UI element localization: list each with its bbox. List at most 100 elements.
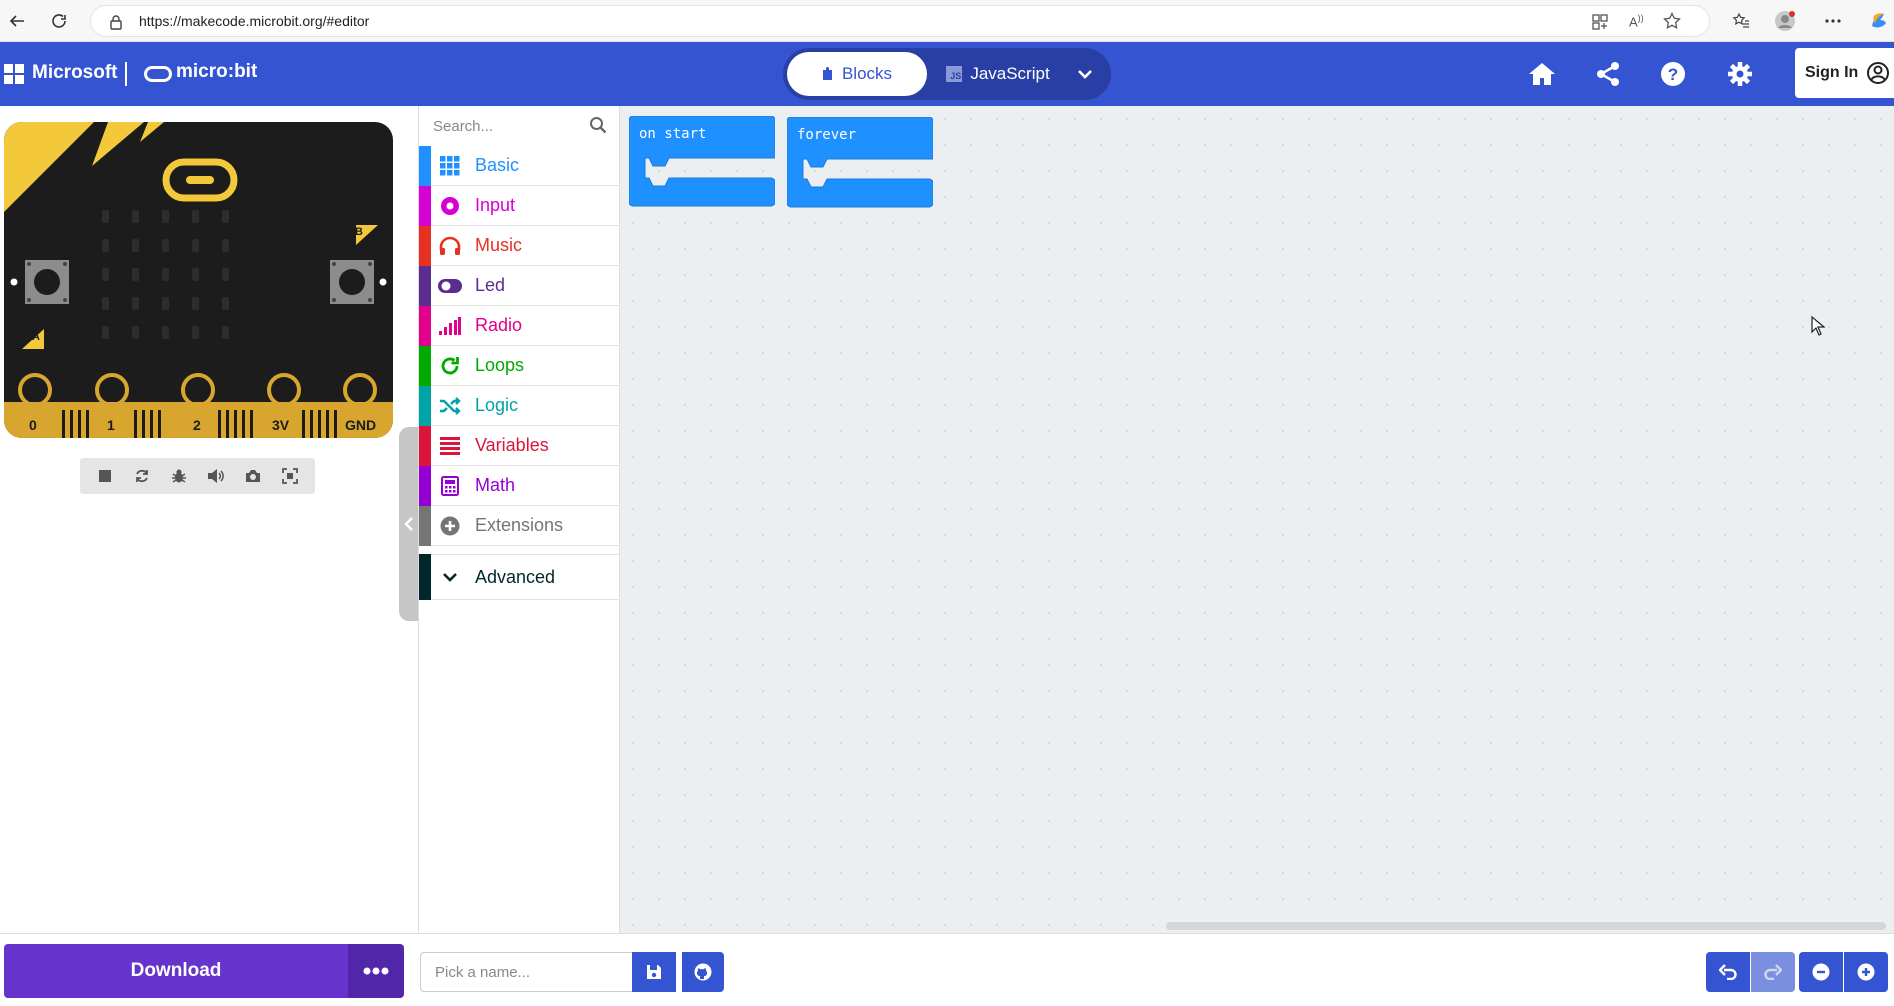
tab-javascript-label: JavaScript xyxy=(970,64,1050,83)
category-variables[interactable]: Variables xyxy=(419,425,621,466)
pin-1-label[interactable]: 1 xyxy=(107,417,115,433)
mouse-cursor-icon xyxy=(1811,315,1826,341)
category-loops[interactable]: Loops xyxy=(419,345,621,386)
microsoft-label[interactable]: Microsoft xyxy=(32,62,118,84)
tab-blocks[interactable]: Blocks xyxy=(787,52,927,96)
restart-button[interactable] xyxy=(128,462,156,490)
address-bar[interactable]: https://makecode.microbit.org/#editor A)… xyxy=(90,5,1710,37)
js-badge-icon: JS xyxy=(946,66,963,82)
zoom-in-button[interactable] xyxy=(1844,952,1888,992)
list-lines-icon xyxy=(435,426,465,466)
redo-button[interactable] xyxy=(1751,952,1795,992)
microbit-board-simulator[interactable]: A B 0 1 2 3V GND xyxy=(4,122,393,438)
favorite-star-icon[interactable] xyxy=(1663,11,1681,35)
undo-button[interactable] xyxy=(1706,952,1750,992)
save-button[interactable] xyxy=(632,952,676,992)
category-stripe xyxy=(419,465,431,506)
category-basic[interactable]: Basic xyxy=(419,145,621,186)
help-button[interactable]: ? xyxy=(1657,58,1689,90)
mode-dropdown-button[interactable] xyxy=(1063,52,1107,96)
stop-button[interactable] xyxy=(91,462,119,490)
profile-avatar-icon[interactable] xyxy=(1772,8,1798,34)
fullscreen-icon xyxy=(282,468,299,484)
user-account-icon xyxy=(1867,62,1890,84)
toolbox-search-input[interactable] xyxy=(433,114,583,138)
editor-mode-toggle: Blocks JS JavaScript xyxy=(783,48,1111,100)
share-button[interactable] xyxy=(1592,58,1624,90)
pin-gnd-label[interactable]: GND xyxy=(345,417,376,433)
project-name-input[interactable] xyxy=(420,952,632,992)
block-label: on start xyxy=(639,126,707,142)
github-icon xyxy=(694,963,712,981)
collapse-simulator-button[interactable] xyxy=(399,427,419,621)
pin-3v-label[interactable]: 3V xyxy=(272,417,289,433)
mute-button[interactable] xyxy=(202,462,230,490)
app-header: Microsoft micro:bit Blocks JS JavaScript… xyxy=(0,42,1894,106)
button-a[interactable] xyxy=(21,256,73,308)
led-cell xyxy=(192,326,199,339)
simulator-toolbar xyxy=(80,458,315,494)
stop-icon xyxy=(98,470,111,482)
bug-icon xyxy=(171,469,186,483)
download-button[interactable]: Download xyxy=(4,944,348,998)
debug-button[interactable] xyxy=(165,462,193,490)
settings-button[interactable] xyxy=(1724,58,1756,90)
toggle-icon xyxy=(435,266,465,306)
search-icon[interactable] xyxy=(589,116,609,136)
led-cell xyxy=(192,210,199,223)
workspace-horizontal-scrollbar[interactable] xyxy=(1166,922,1886,930)
download-options-button[interactable] xyxy=(348,944,404,998)
refresh-icon[interactable] xyxy=(46,8,72,34)
category-stripe xyxy=(419,425,431,466)
grid-icon xyxy=(435,146,465,186)
zoom-out-button[interactable] xyxy=(1799,952,1843,992)
category-logic[interactable]: Logic xyxy=(419,385,621,426)
category-label: Math xyxy=(475,475,516,495)
pin-0-label[interactable]: 0 xyxy=(29,417,37,433)
category-advanced[interactable]: Advanced xyxy=(419,554,621,600)
read-aloud-icon[interactable]: A)) xyxy=(1629,13,1644,29)
favorites-icon[interactable] xyxy=(1728,8,1754,34)
category-music[interactable]: Music xyxy=(419,225,621,266)
category-stripe xyxy=(419,385,431,426)
forever-block[interactable]: forever xyxy=(786,116,934,216)
led-cell xyxy=(132,268,139,281)
category-math[interactable]: Math xyxy=(419,465,621,506)
category-radio[interactable]: Radio xyxy=(419,305,621,346)
lock-icon xyxy=(109,14,123,35)
zoom-in-icon xyxy=(1857,963,1875,981)
fullscreen-button[interactable] xyxy=(276,462,304,490)
led-cell xyxy=(222,239,229,252)
button-a-label: A xyxy=(32,331,40,343)
copilot-icon[interactable] xyxy=(1866,8,1892,34)
category-label: Logic xyxy=(475,395,519,415)
help-icon: ? xyxy=(1661,62,1685,86)
blocks-workspace[interactable]: on start forever xyxy=(620,106,1894,933)
microbit-label[interactable]: micro:bit xyxy=(176,61,257,83)
category-stripe xyxy=(419,265,431,306)
category-led[interactable]: Led xyxy=(419,265,621,306)
more-options-icon[interactable] xyxy=(1820,8,1846,34)
shuffle-icon xyxy=(435,386,465,426)
tab-javascript[interactable]: JS JavaScript xyxy=(933,52,1063,96)
screenshot-button[interactable] xyxy=(239,462,267,490)
home-button[interactable] xyxy=(1526,58,1558,90)
led-cell xyxy=(102,326,109,339)
category-input[interactable]: Input xyxy=(419,185,621,226)
sign-in-button[interactable]: Sign In xyxy=(1795,48,1894,98)
github-button[interactable] xyxy=(682,952,724,992)
pin-2-label[interactable]: 2 xyxy=(193,417,201,433)
simulator-panel: A B 0 1 2 3V GND xyxy=(0,106,418,933)
led-cell xyxy=(222,297,229,310)
loop-arrow-icon xyxy=(435,346,465,386)
on-start-block[interactable]: on start xyxy=(628,115,776,215)
button-b-label: B xyxy=(355,226,363,238)
app-available-icon[interactable] xyxy=(1591,13,1609,36)
back-arrow-icon[interactable] xyxy=(4,8,30,34)
led-cell xyxy=(132,297,139,310)
led-cell xyxy=(102,268,109,281)
button-b[interactable] xyxy=(326,256,378,308)
microbit-logo-icon xyxy=(144,66,172,82)
category-extensions[interactable]: Extensions xyxy=(419,505,621,546)
category-label: Advanced xyxy=(475,566,556,587)
